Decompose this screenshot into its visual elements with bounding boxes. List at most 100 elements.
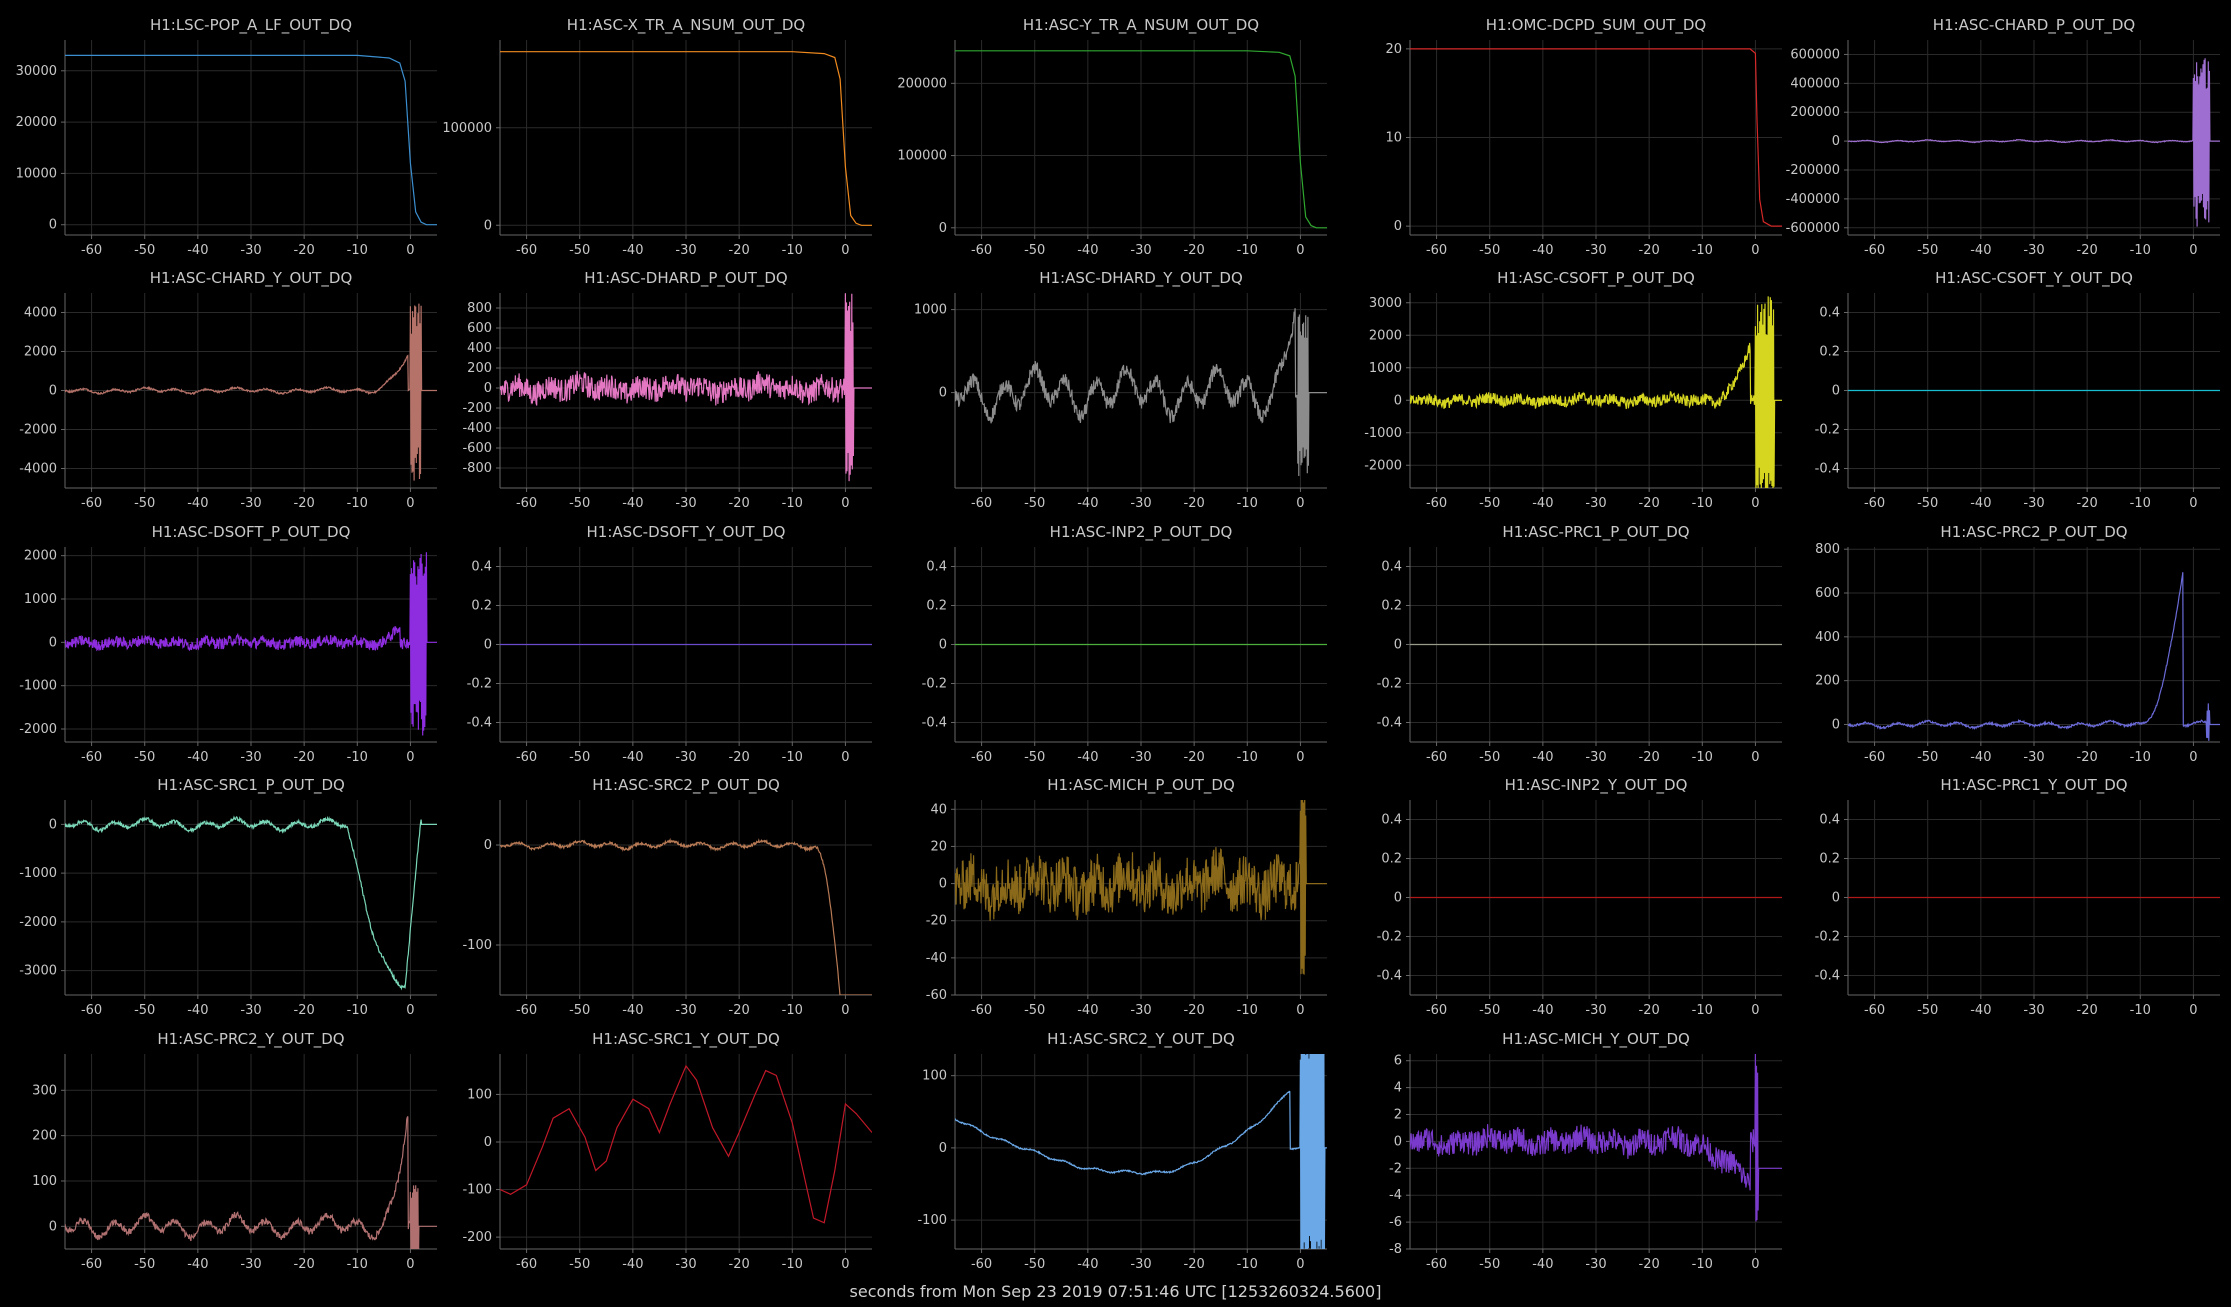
x-tick-label: -60 (971, 243, 992, 258)
x-tick-label: -50 (569, 243, 590, 258)
x-tick-label: -50 (569, 496, 590, 511)
x-tick-label: -60 (1426, 243, 1447, 258)
x-tick-label: -30 (240, 750, 261, 765)
x-tick-label: -20 (2077, 1003, 2098, 1018)
x-tick-label: -30 (1585, 750, 1606, 765)
panel-6: H1:ASC-CHARD_Y_OUT_DQ -60 -50 -40 -30 -20 -10 0… (19, 269, 437, 511)
x-tick-label: -50 (1024, 1003, 1045, 1018)
x-tick-label: -60 (81, 496, 102, 511)
x-tick-label: -60 (971, 496, 992, 511)
panel-title: H1:ASC-SRC1_Y_OUT_DQ (592, 1030, 780, 1049)
x-tick-label: 0 (2189, 1003, 2197, 1018)
x-tick-label: -60 (1426, 1257, 1447, 1272)
y-tick-label: 0 (484, 638, 492, 653)
panel-title: H1:ASC-DSOFT_Y_OUT_DQ (587, 523, 786, 542)
y-tick-label: -100 (462, 1183, 492, 1198)
y-tick-label: -0.2 (922, 677, 947, 692)
x-tick-label: -30 (1585, 496, 1606, 511)
x-tick-label: -40 (1970, 750, 1991, 765)
y-tick-label: -0.4 (1377, 969, 1402, 984)
panel-title: H1:ASC-CSOFT_P_OUT_DQ (1497, 269, 1695, 288)
x-tick-label: -50 (1024, 1257, 1045, 1272)
y-tick-label: -2000 (19, 722, 57, 737)
panel-title: H1:ASC-PRC1_Y_OUT_DQ (1940, 776, 2127, 795)
x-tick-label: -50 (134, 1257, 155, 1272)
y-tick-label: 0.4 (926, 560, 947, 575)
x-tick-label: -10 (1692, 1003, 1713, 1018)
y-tick-label: -0.2 (1815, 423, 1840, 438)
x-tick-label: -10 (1692, 1257, 1713, 1272)
y-tick-label: 0 (939, 638, 947, 653)
x-tick-label: -60 (1426, 1003, 1447, 1018)
y-tick-label: 0.4 (1819, 813, 1840, 828)
x-tick-label: -40 (622, 496, 643, 511)
y-tick-label: -20 (926, 914, 947, 929)
y-tick-label: 0.2 (471, 599, 492, 614)
panel-24: H1:ASC-MICH_Y_OUT_DQ-60 -50 -40 -30 -20 -10 0-… (1389, 1030, 1782, 1272)
x-tick-label: 0 (841, 1257, 849, 1272)
y-tick-label: 10000 (16, 166, 57, 181)
y-tick-label: 200 (32, 1129, 57, 1144)
x-tick-label: -30 (240, 1257, 261, 1272)
x-tick-label: 0 (406, 1003, 414, 1018)
y-tick-label: -0.2 (467, 677, 492, 692)
panel-title: H1:ASC-DHARD_P_OUT_DQ (584, 269, 787, 288)
x-tick-label: -20 (2077, 496, 2098, 511)
x-tick-label: -60 (81, 243, 102, 258)
y-tick-label: 0 (1832, 717, 1840, 732)
x-tick-label: -60 (81, 750, 102, 765)
y-tick-label: 0.2 (1819, 852, 1840, 867)
x-tick-label: -20 (1639, 243, 1660, 258)
panel-title: H1:OMC-DCPD_SUM_OUT_DQ (1486, 16, 1706, 35)
x-tick-label: -10 (782, 496, 803, 511)
y-tick-label: -0.4 (1815, 462, 1840, 477)
x-tick-label: 0 (1296, 750, 1304, 765)
y-tick-label: -0.4 (1815, 969, 1840, 984)
x-tick-label: -10 (2130, 496, 2151, 511)
y-tick-label: 0.2 (926, 599, 947, 614)
y-tick-label: 0 (49, 635, 57, 650)
panel-7: H1:ASC-DHARD_P_OUT_DQ -60 -50 -40 -30 -20 -10 0… (462, 269, 872, 511)
y-tick-label: 0.2 (1381, 852, 1402, 867)
y-tick-label: 4 (1394, 1081, 1402, 1096)
x-tick-label: -40 (1077, 1257, 1098, 1272)
x-tick-label: -30 (1585, 1257, 1606, 1272)
y-tick-label: -200000 (1786, 163, 1840, 178)
panel-title: H1:ASC-SRC2_Y_OUT_DQ (1047, 1030, 1235, 1049)
y-tick-label: 600 (467, 321, 492, 336)
y-tick-label: 0 (1394, 1134, 1402, 1149)
x-tick-label: -50 (134, 496, 155, 511)
x-tick-label: -50 (1917, 496, 1938, 511)
x-tick-label: -30 (1130, 750, 1151, 765)
panel-3: H1:ASC-Y_TR_A_NSUM_OUT_DQ -60 -50 -40 -30 -20… (897, 16, 1327, 258)
y-tick-label: 0 (1832, 134, 1840, 149)
panel-11: H1:ASC-DSOFT_P_OUT_DQ-60 -50 -40 -30 -20 -10 0… (19, 523, 437, 765)
x-tick-label: -40 (1970, 1003, 1991, 1018)
x-tick-label: -50 (1479, 1003, 1500, 1018)
y-tick-label: 2000 (24, 345, 57, 360)
panel-title: H1:ASC-DHARD_Y_OUT_DQ (1039, 269, 1243, 288)
x-tick-label: 0 (1296, 496, 1304, 511)
x-tick-label: 0 (406, 243, 414, 258)
x-tick-label: -50 (569, 1003, 590, 1018)
x-tick-label: -10 (782, 1003, 803, 1018)
panel-title: H1:ASC-SRC2_P_OUT_DQ (592, 776, 780, 795)
panel-14: H1:ASC-PRC1_P_OUT_DQ -60 -50 -40 -30 -20 -10 0 -… (1377, 523, 1782, 765)
y-tick-label: 800 (467, 301, 492, 316)
x-tick-label: -30 (2023, 1003, 2044, 1018)
x-tick-label: -30 (1585, 243, 1606, 258)
y-tick-label: 200000 (1790, 105, 1840, 120)
y-tick-label: -40 (926, 951, 947, 966)
x-tick-label: -60 (81, 1003, 102, 1018)
y-tick-label: 100000 (442, 121, 492, 136)
x-tick-label: -40 (1077, 1003, 1098, 1018)
y-tick-label: 2 (1394, 1108, 1402, 1123)
x-tick-label: -30 (240, 496, 261, 511)
x-tick-label: -40 (622, 243, 643, 258)
y-tick-label: 0 (484, 1135, 492, 1150)
y-tick-label: 100 (467, 1087, 492, 1102)
y-tick-label: 0 (49, 218, 57, 233)
y-tick-label: 3000 (1369, 296, 1402, 311)
panel-title: H1:ASC-MICH_P_OUT_DQ (1047, 776, 1235, 795)
x-tick-label: -20 (729, 1257, 750, 1272)
